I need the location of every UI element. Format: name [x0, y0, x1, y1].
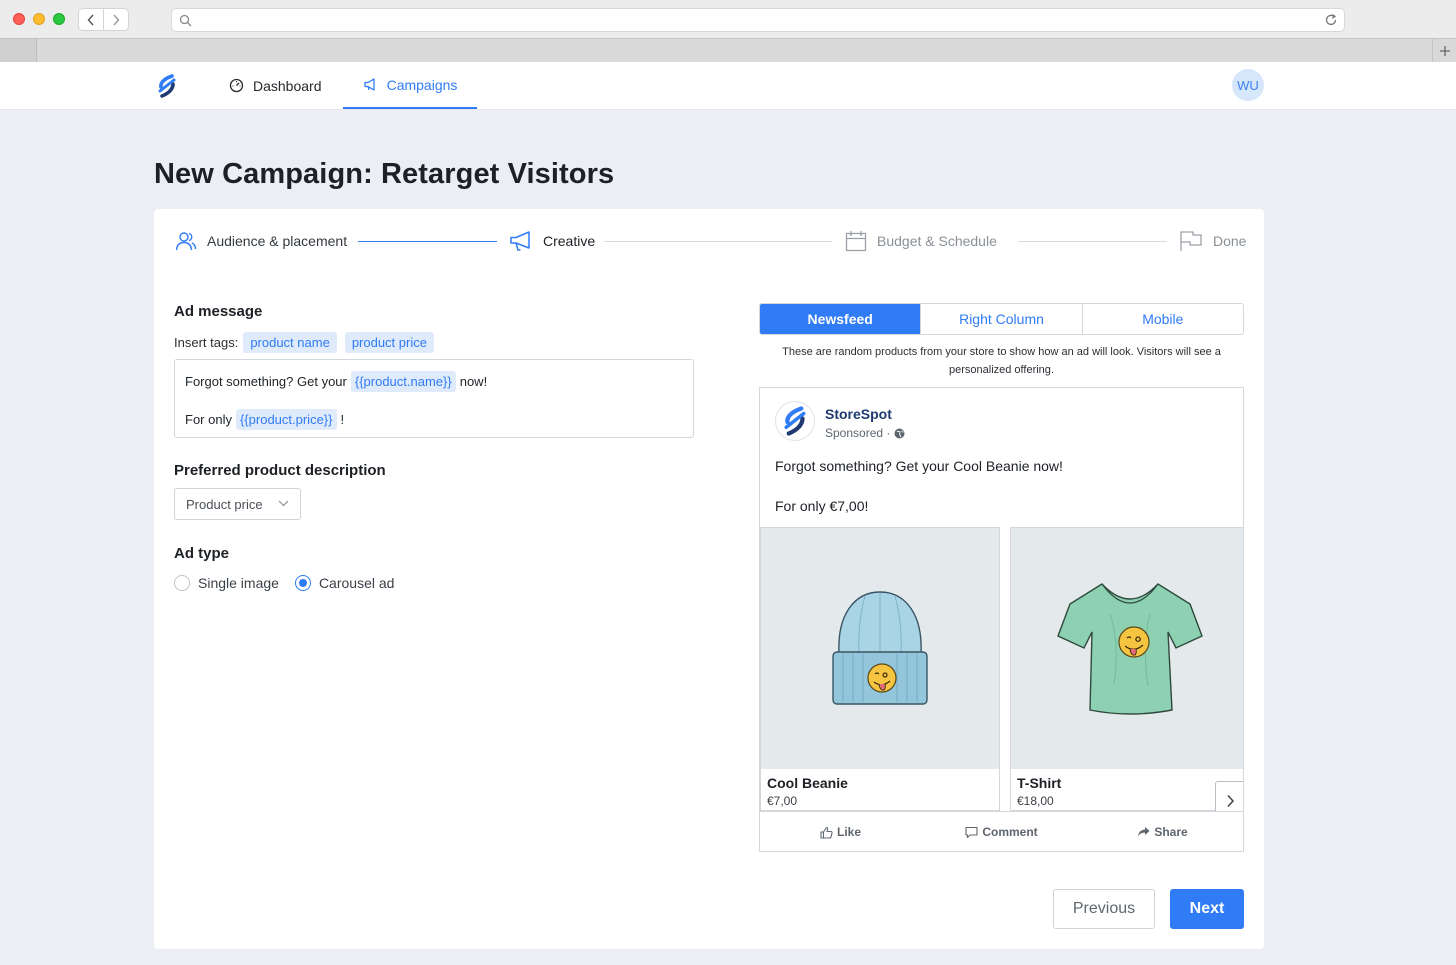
browser-chrome	[0, 0, 1456, 62]
share-label: Share	[1154, 825, 1188, 839]
product-description-select[interactable]: Product price	[174, 488, 301, 520]
browser-tab[interactable]	[0, 39, 37, 62]
new-tab-button[interactable]	[1432, 39, 1456, 62]
minimize-window-button[interactable]	[33, 13, 45, 25]
like-label: Like	[836, 825, 861, 839]
product-name: T-Shirt	[1017, 775, 1062, 791]
message-text: For only	[185, 411, 232, 427]
tag-product-price[interactable]: product price	[344, 331, 434, 353]
tag-product-name[interactable]: product name	[243, 331, 337, 353]
megaphone-icon	[363, 78, 375, 91]
chevron-down-icon	[278, 500, 289, 507]
wizard-content: Ad message Insert tags: product name pro…	[154, 209, 1264, 949]
address-bar[interactable]	[171, 8, 1345, 32]
radio-label: Single image	[198, 575, 279, 591]
nav-campaigns[interactable]: Campaigns	[343, 62, 477, 109]
previous-button[interactable]: Previous	[1053, 889, 1155, 929]
user-avatar[interactable]: WU	[1232, 69, 1264, 101]
browser-back-button[interactable]	[78, 8, 104, 31]
product-image-tshirt	[1011, 528, 1243, 769]
nav-campaigns-label: Campaigns	[386, 76, 458, 93]
radio-label: Carousel ad	[318, 575, 395, 591]
message-line: For only {{product.price}} !	[185, 408, 683, 430]
thumbs-up-icon	[820, 826, 833, 839]
ad-preview: StoreSpot Sponsored · Forgot something? …	[759, 387, 1244, 852]
ad-message-label: Ad message	[174, 303, 263, 320]
product-carousel: Cool Beanie €7,00 T-Shirt €18,00	[760, 527, 1243, 811]
zoom-window-button[interactable]	[53, 13, 65, 25]
comment-action[interactable]: Comment	[921, 812, 1082, 852]
ad-text-line: Forgot something? Get your Cool Beanie n…	[775, 458, 1063, 474]
share-action[interactable]: Share	[1082, 812, 1243, 852]
sponsored-text: Sponsored ·	[825, 426, 891, 440]
tshirt-illustration-icon	[1057, 582, 1203, 715]
tab-newsfeed[interactable]: Newsfeed	[760, 304, 921, 334]
carousel-next-button[interactable]	[1215, 781, 1243, 811]
product-price: €7,00	[767, 794, 798, 808]
page-title: New Campaign: Retarget Visitors	[154, 158, 615, 190]
ad-action-bar: Like Comment Share	[760, 811, 1243, 852]
radio-single-image[interactable]: Single image	[174, 575, 279, 591]
radio-circle[interactable]	[174, 575, 190, 591]
browser-forward-button[interactable]	[103, 8, 129, 31]
product-name-token[interactable]: {{product.name}}	[350, 370, 456, 392]
product-price-token[interactable]: {{product.price}}	[235, 408, 337, 430]
select-value: Product price	[186, 496, 263, 512]
carousel-card[interactable]: Cool Beanie €7,00	[760, 527, 1000, 811]
insert-tags-row: Insert tags: product name product price	[174, 331, 437, 353]
plus-icon	[1439, 45, 1450, 56]
nav-dashboard[interactable]: Dashboard	[229, 62, 322, 109]
comment-label: Comment	[982, 825, 1038, 839]
preferred-description-label: Preferred product description	[174, 462, 386, 479]
page-name: StoreSpot	[825, 406, 892, 422]
beanie-illustration-icon	[832, 590, 928, 705]
globe-icon	[894, 428, 905, 438]
ad-message-editor[interactable]: Forgot something? Get your {{product.nam…	[174, 359, 694, 438]
page-avatar	[775, 401, 815, 441]
chevron-right-icon	[113, 14, 120, 25]
insert-tags-label: Insert tags:	[174, 334, 239, 350]
next-button[interactable]: Next	[1170, 889, 1244, 929]
like-action[interactable]: Like	[760, 812, 921, 852]
message-text: Forgot something? Get your	[185, 373, 347, 389]
carousel-card[interactable]: T-Shirt €18,00	[1010, 527, 1243, 811]
share-arrow-icon	[1138, 827, 1150, 837]
search-icon	[179, 14, 192, 27]
storespot-logo-icon	[784, 406, 806, 436]
tab-strip	[0, 38, 1456, 62]
ad-type-label: Ad type	[174, 545, 230, 562]
chevron-left-icon	[87, 14, 94, 25]
comment-icon	[965, 826, 978, 838]
radio-circle-checked[interactable]	[294, 575, 311, 591]
nav-dashboard-label: Dashboard	[253, 77, 322, 94]
product-price: €18,00	[1017, 794, 1054, 808]
page-body: New Campaign: Retarget Visitors Audience…	[0, 110, 1456, 965]
dashboard-gauge-icon	[229, 78, 244, 93]
chevron-right-icon	[1226, 794, 1234, 808]
app-header: Dashboard Campaigns WU	[0, 62, 1456, 110]
sponsored-label: Sponsored ·	[825, 426, 905, 440]
reload-icon[interactable]	[1324, 13, 1338, 27]
storespot-logo-icon[interactable]	[157, 74, 177, 98]
product-image-beanie	[761, 528, 999, 769]
message-text: !	[340, 411, 345, 427]
tab-right-column[interactable]: Right Column	[920, 304, 1081, 334]
radio-carousel-ad[interactable]: Carousel ad	[294, 575, 395, 591]
ad-text-line: For only €7,00!	[775, 498, 869, 514]
tab-mobile[interactable]: Mobile	[1081, 304, 1243, 334]
close-window-button[interactable]	[13, 13, 25, 25]
message-line: Forgot something? Get your {{product.nam…	[185, 370, 683, 392]
ad-type-radio-group: Single image Carousel ad	[174, 575, 410, 591]
message-text: now!	[459, 373, 488, 389]
preview-note: These are random products from your stor…	[782, 346, 1221, 376]
product-name: Cool Beanie	[767, 775, 848, 791]
preview-placement-tabs: Newsfeed Right Column Mobile	[759, 303, 1244, 335]
